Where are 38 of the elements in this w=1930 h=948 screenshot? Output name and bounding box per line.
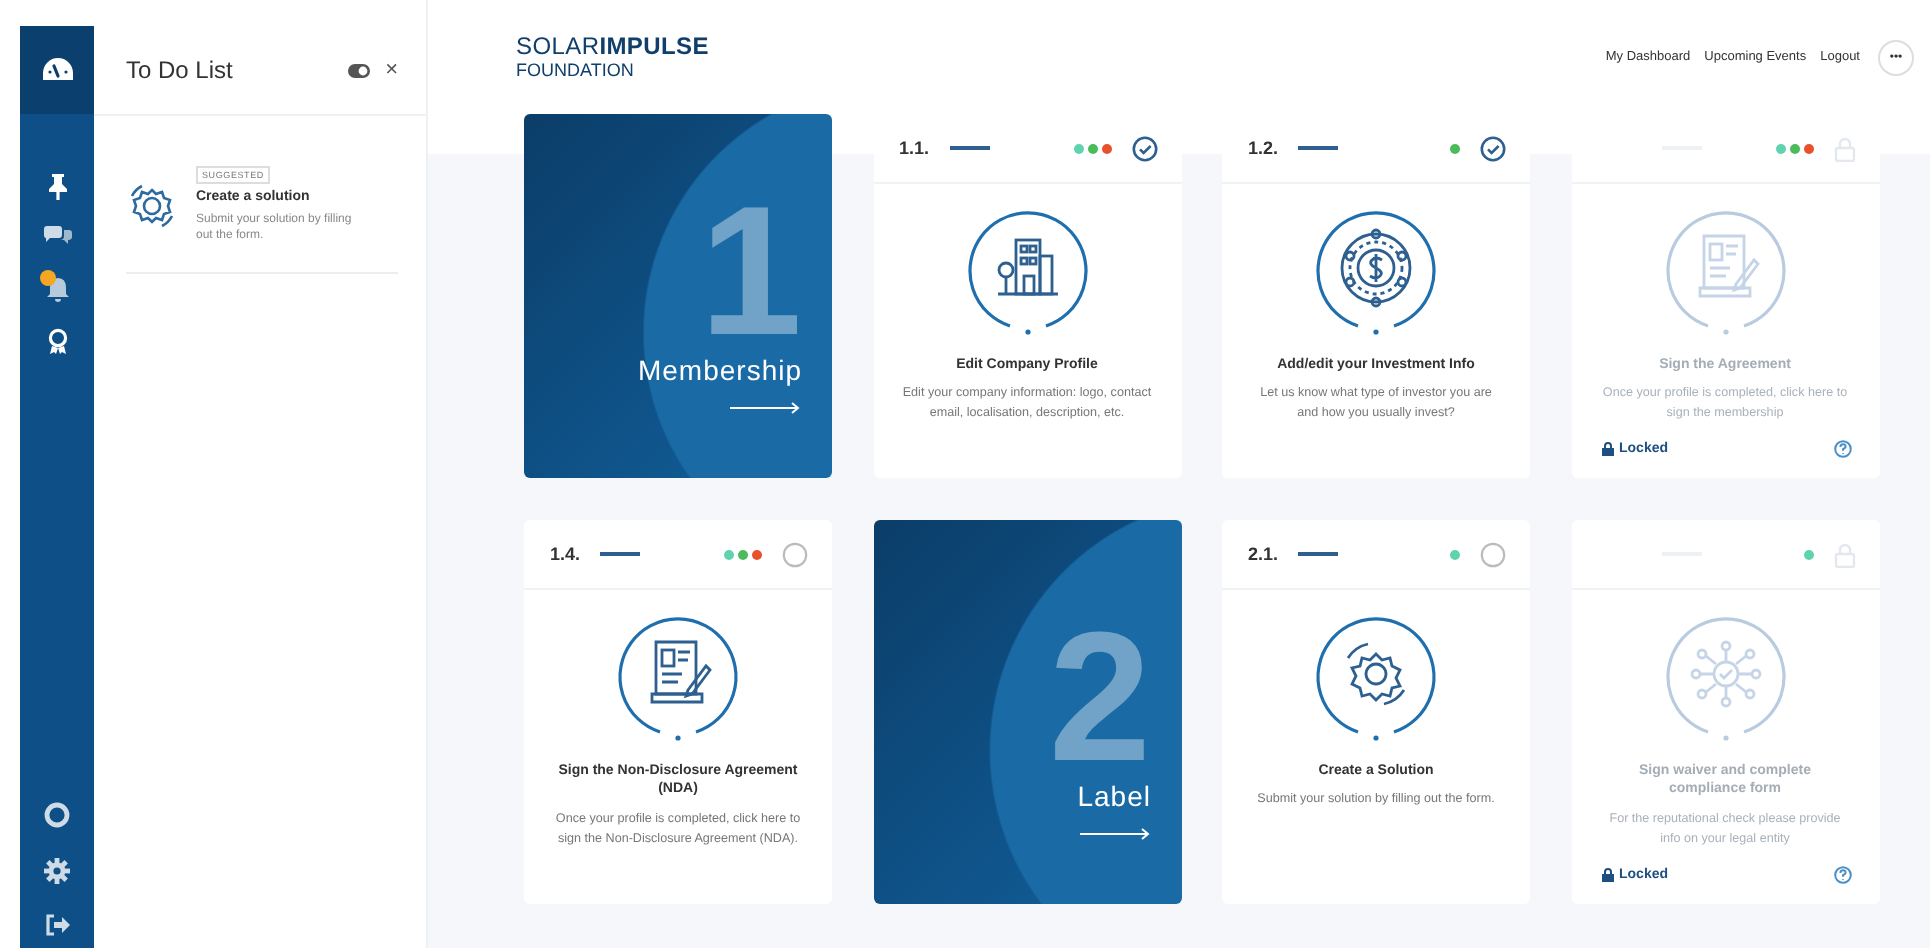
section-number: 1 bbox=[699, 193, 802, 350]
help-icon[interactable] bbox=[1833, 866, 1851, 884]
logo-text[interactable]: SOLARIMPULSE bbox=[516, 34, 1606, 60]
status-circle-icon[interactable] bbox=[1131, 135, 1157, 161]
lock-icon bbox=[1833, 135, 1855, 161]
logo-subtext[interactable]: FOUNDATION bbox=[516, 59, 1606, 80]
task-number: 1.1. bbox=[899, 138, 930, 158]
pin-icon[interactable] bbox=[45, 174, 69, 200]
help-icon[interactable] bbox=[1833, 440, 1851, 458]
network-icon bbox=[1663, 614, 1787, 742]
bell-icon[interactable] bbox=[45, 276, 69, 302]
coin-icon bbox=[1314, 208, 1438, 336]
dashboard-icon[interactable] bbox=[41, 56, 73, 84]
panel-title: To Do List bbox=[126, 56, 235, 84]
gear-icon bbox=[1314, 614, 1438, 742]
settings-icon[interactable] bbox=[44, 858, 70, 884]
logout-icon[interactable] bbox=[44, 914, 70, 936]
gear-icon bbox=[126, 179, 178, 232]
status-circle-icon[interactable] bbox=[1480, 135, 1506, 161]
arrow-icon bbox=[1079, 828, 1151, 840]
section-number: 2 bbox=[1048, 619, 1151, 776]
lock-icon bbox=[1833, 541, 1855, 567]
lock-icon bbox=[1601, 868, 1613, 882]
close-button[interactable]: × bbox=[385, 58, 398, 82]
lock-icon bbox=[1601, 442, 1613, 456]
section-card[interactable]: 2Label bbox=[873, 520, 1181, 904]
document-icon bbox=[1663, 208, 1787, 336]
section-label: Membership bbox=[637, 354, 802, 386]
building-icon bbox=[965, 208, 1089, 336]
task-number: 2.1. bbox=[1248, 544, 1279, 564]
section-label: Label bbox=[1077, 780, 1151, 812]
task-number: 1.2. bbox=[1248, 138, 1279, 158]
arrow-icon bbox=[730, 402, 802, 414]
document-icon bbox=[616, 614, 740, 742]
award-icon[interactable] bbox=[45, 328, 69, 356]
lifebuoy-icon[interactable] bbox=[44, 802, 70, 828]
task-number: 1.4. bbox=[550, 544, 581, 564]
toggle-icon[interactable] bbox=[347, 63, 370, 77]
